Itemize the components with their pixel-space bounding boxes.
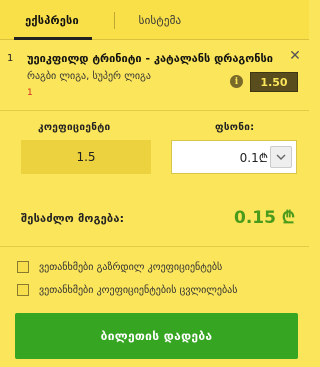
accept-odds-change-checkbox[interactable] [17, 284, 29, 296]
possible-win-value: 0.15 ₾ [234, 208, 295, 228]
tab-system[interactable]: სისტემა [120, 0, 200, 40]
stake-value[interactable]: 0.1₾ [178, 141, 268, 173]
accept-higher-odds-checkbox[interactable] [17, 261, 29, 273]
accept-odds-change-label: ვეთანხმები კოეფიციენტების ცვლილებას [39, 284, 238, 296]
odds-label: კოეფიციენტი [38, 122, 111, 133]
total-odds-field: 1.5 [21, 140, 151, 174]
accept-higher-odds-option[interactable]: ვეთანხმები გაზრდილ კოეფიციენტებს [17, 259, 297, 275]
tab-express[interactable]: ექსპრესი [0, 0, 104, 40]
place-bet-button[interactable]: ბილეთის დადება [15, 313, 298, 359]
accept-higher-odds-label: ვეთანხმები გაზრდილ კოეფიციენტებს [39, 261, 223, 273]
betslip-panel: ექსპრესი სისტემა 1 უეიკფილდ ტრინიტი - კა… [0, 0, 309, 367]
info-icon[interactable]: i [230, 75, 243, 88]
bet-odds-badge: 1.50 [250, 72, 298, 92]
stake-label: ფსონი: [215, 122, 255, 133]
chevron-down-icon[interactable] [270, 146, 292, 168]
accept-odds-change-option[interactable]: ვეთანხმები კოეფიციენტების ცვლილებას [17, 282, 297, 298]
bet-league: რაგბი ლიგა, სუპერ ლიგა [27, 71, 151, 82]
divider [0, 246, 309, 247]
possible-win-label: შესაძლო მოგება: [21, 212, 125, 225]
bet-event-title: უეიკფილდ ტრინიტი - კატალანს დრაგონსი [27, 52, 273, 65]
bet-selection: 1 [27, 88, 33, 98]
bet-card: 1 უეიკფილდ ტრინიტი - კატალანს დრაგონსი ✕… [0, 40, 309, 104]
divider [0, 110, 309, 111]
stake-input[interactable]: 0.1₾ [171, 140, 297, 174]
betslip-tabs: ექსპრესი სისტემა [0, 0, 309, 40]
close-icon[interactable]: ✕ [287, 48, 303, 64]
tab-separator [114, 12, 115, 29]
bet-number: 1 [7, 53, 14, 64]
